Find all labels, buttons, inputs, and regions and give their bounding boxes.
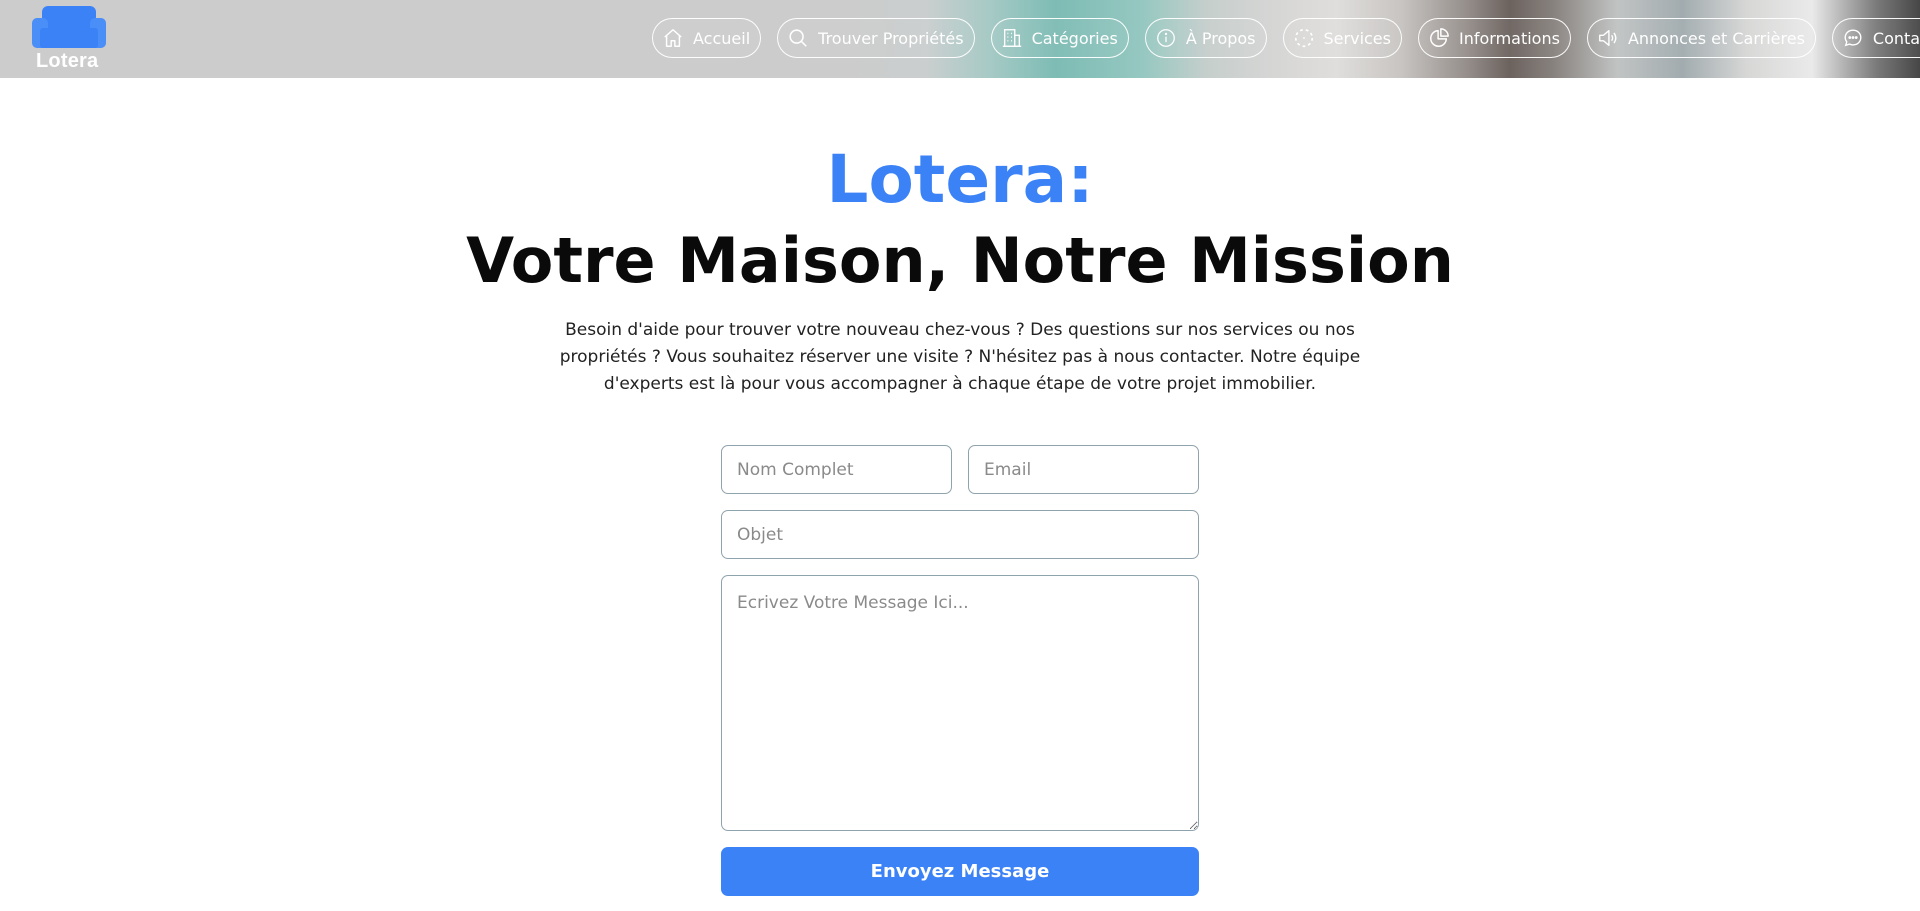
site-logo[interactable]: Lotera	[28, 4, 108, 74]
nav-label: Trouver Propriétés	[818, 28, 964, 48]
page-title: Votre Maison, Notre Mission	[466, 224, 1454, 297]
nav-item-a-propos[interactable]: À Propos	[1144, 18, 1267, 58]
sofa-logo-icon	[32, 6, 106, 52]
site-header: Lotera Accueil Trouver Propriétés Catégo…	[0, 0, 1920, 78]
building-icon	[1001, 27, 1023, 49]
send-message-button[interactable]: Envoyez Message	[721, 847, 1199, 896]
nav-label: Contact	[1872, 28, 1920, 48]
pie-chart-icon	[1428, 27, 1450, 49]
message-textarea[interactable]	[721, 575, 1199, 831]
nav-label: Accueil	[693, 28, 751, 48]
nav-label: Catégories	[1031, 28, 1118, 48]
home-icon	[662, 27, 684, 49]
chat-icon	[1842, 27, 1864, 49]
nav-label: À Propos	[1185, 28, 1256, 48]
nav-item-services[interactable]: Services	[1282, 18, 1402, 58]
logo-text: Lotera	[36, 50, 99, 72]
main-nav: Accueil Trouver Propriétés Catégories À …	[652, 18, 1920, 58]
nav-label: Annonces et Carrières	[1627, 28, 1805, 48]
megaphone-icon	[1597, 27, 1619, 49]
nav-item-trouver-proprietes[interactable]: Trouver Propriétés	[777, 18, 975, 58]
nav-item-accueil[interactable]: Accueil	[652, 18, 762, 58]
subject-input[interactable]	[721, 510, 1199, 559]
info-icon	[1155, 27, 1177, 49]
search-icon	[787, 27, 809, 49]
dashed-circle-icon	[1293, 27, 1315, 49]
intro-text: Besoin d'aide pour trouver votre nouveau…	[559, 320, 1361, 394]
nav-item-informations[interactable]: Informations	[1417, 18, 1571, 58]
nav-label: Services	[1323, 28, 1391, 48]
full-name-input[interactable]	[721, 445, 952, 494]
nav-item-contact[interactable]: Contact	[1831, 18, 1920, 58]
nav-item-annonces-et-carrieres[interactable]: Annonces et Carrières	[1586, 18, 1816, 58]
email-input[interactable]	[968, 445, 1199, 494]
nav-item-categories[interactable]: Catégories	[990, 18, 1129, 58]
nav-label: Informations	[1458, 28, 1560, 48]
brand-title: Lotera:	[826, 141, 1094, 218]
